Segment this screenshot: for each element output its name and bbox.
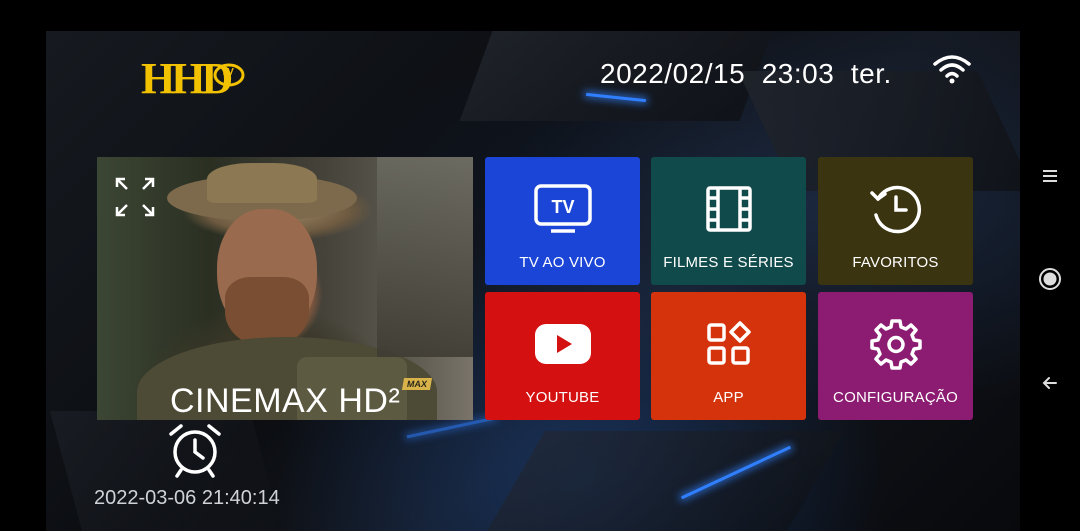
background-shard (487, 431, 845, 531)
history-icon (864, 181, 928, 237)
fullscreen-icon[interactable] (113, 175, 157, 219)
alarm-clock-icon[interactable] (165, 420, 225, 480)
film-icon (697, 181, 761, 237)
tile-app[interactable]: APP (651, 292, 806, 420)
tile-tv-ao-vivo[interactable]: TV TV AO VIVO (485, 157, 640, 285)
weekday-text: ter. (850, 58, 892, 89)
tile-label: APP (713, 389, 744, 406)
time-text: 23:03 (761, 58, 835, 89)
tile-label: CONFIGURAÇÃO (833, 389, 958, 406)
status-datetime: 2022/02/15 23:03 ter. (600, 58, 892, 90)
logo-graphic: HHD (141, 54, 245, 103)
wifi-icon (932, 54, 972, 86)
back-icon[interactable] (1038, 371, 1062, 395)
tile-label: FILMES E SÉRIES (663, 254, 794, 271)
tile-favoritos[interactable]: FAVORITOS (818, 157, 973, 285)
tile-label: YOUTUBE (525, 389, 600, 406)
home-icon[interactable] (1038, 267, 1062, 291)
tile-youtube[interactable]: YOUTUBE (485, 292, 640, 420)
svg-text:TV: TV (551, 197, 574, 217)
tv-icon: TV (531, 181, 595, 237)
tile-configuracao[interactable]: CONFIGURAÇÃO (818, 292, 973, 420)
tile-label: FAVORITOS (852, 254, 939, 271)
app-logo: HHD TV (141, 54, 251, 103)
system-nav-bar (1020, 0, 1080, 531)
svg-text:HHD: HHD (141, 55, 231, 97)
apps-icon (697, 316, 761, 372)
logo-badge: TV (221, 67, 234, 78)
channel-name: CINEMAX HD² (170, 382, 401, 420)
date-text: 2022/02/15 (600, 58, 746, 89)
gear-icon (864, 316, 928, 372)
menu-icon[interactable] (1038, 164, 1062, 188)
channel-watermark: MAX (401, 378, 433, 390)
recording-timestamp: 2022-03-06 21:40:14 (94, 487, 280, 509)
tile-filmes-e-series[interactable]: FILMES E SÉRIES (651, 157, 806, 285)
tile-label: TV AO VIVO (519, 254, 606, 271)
youtube-icon (531, 316, 595, 372)
channel-preview[interactable]: MAX (97, 157, 473, 420)
